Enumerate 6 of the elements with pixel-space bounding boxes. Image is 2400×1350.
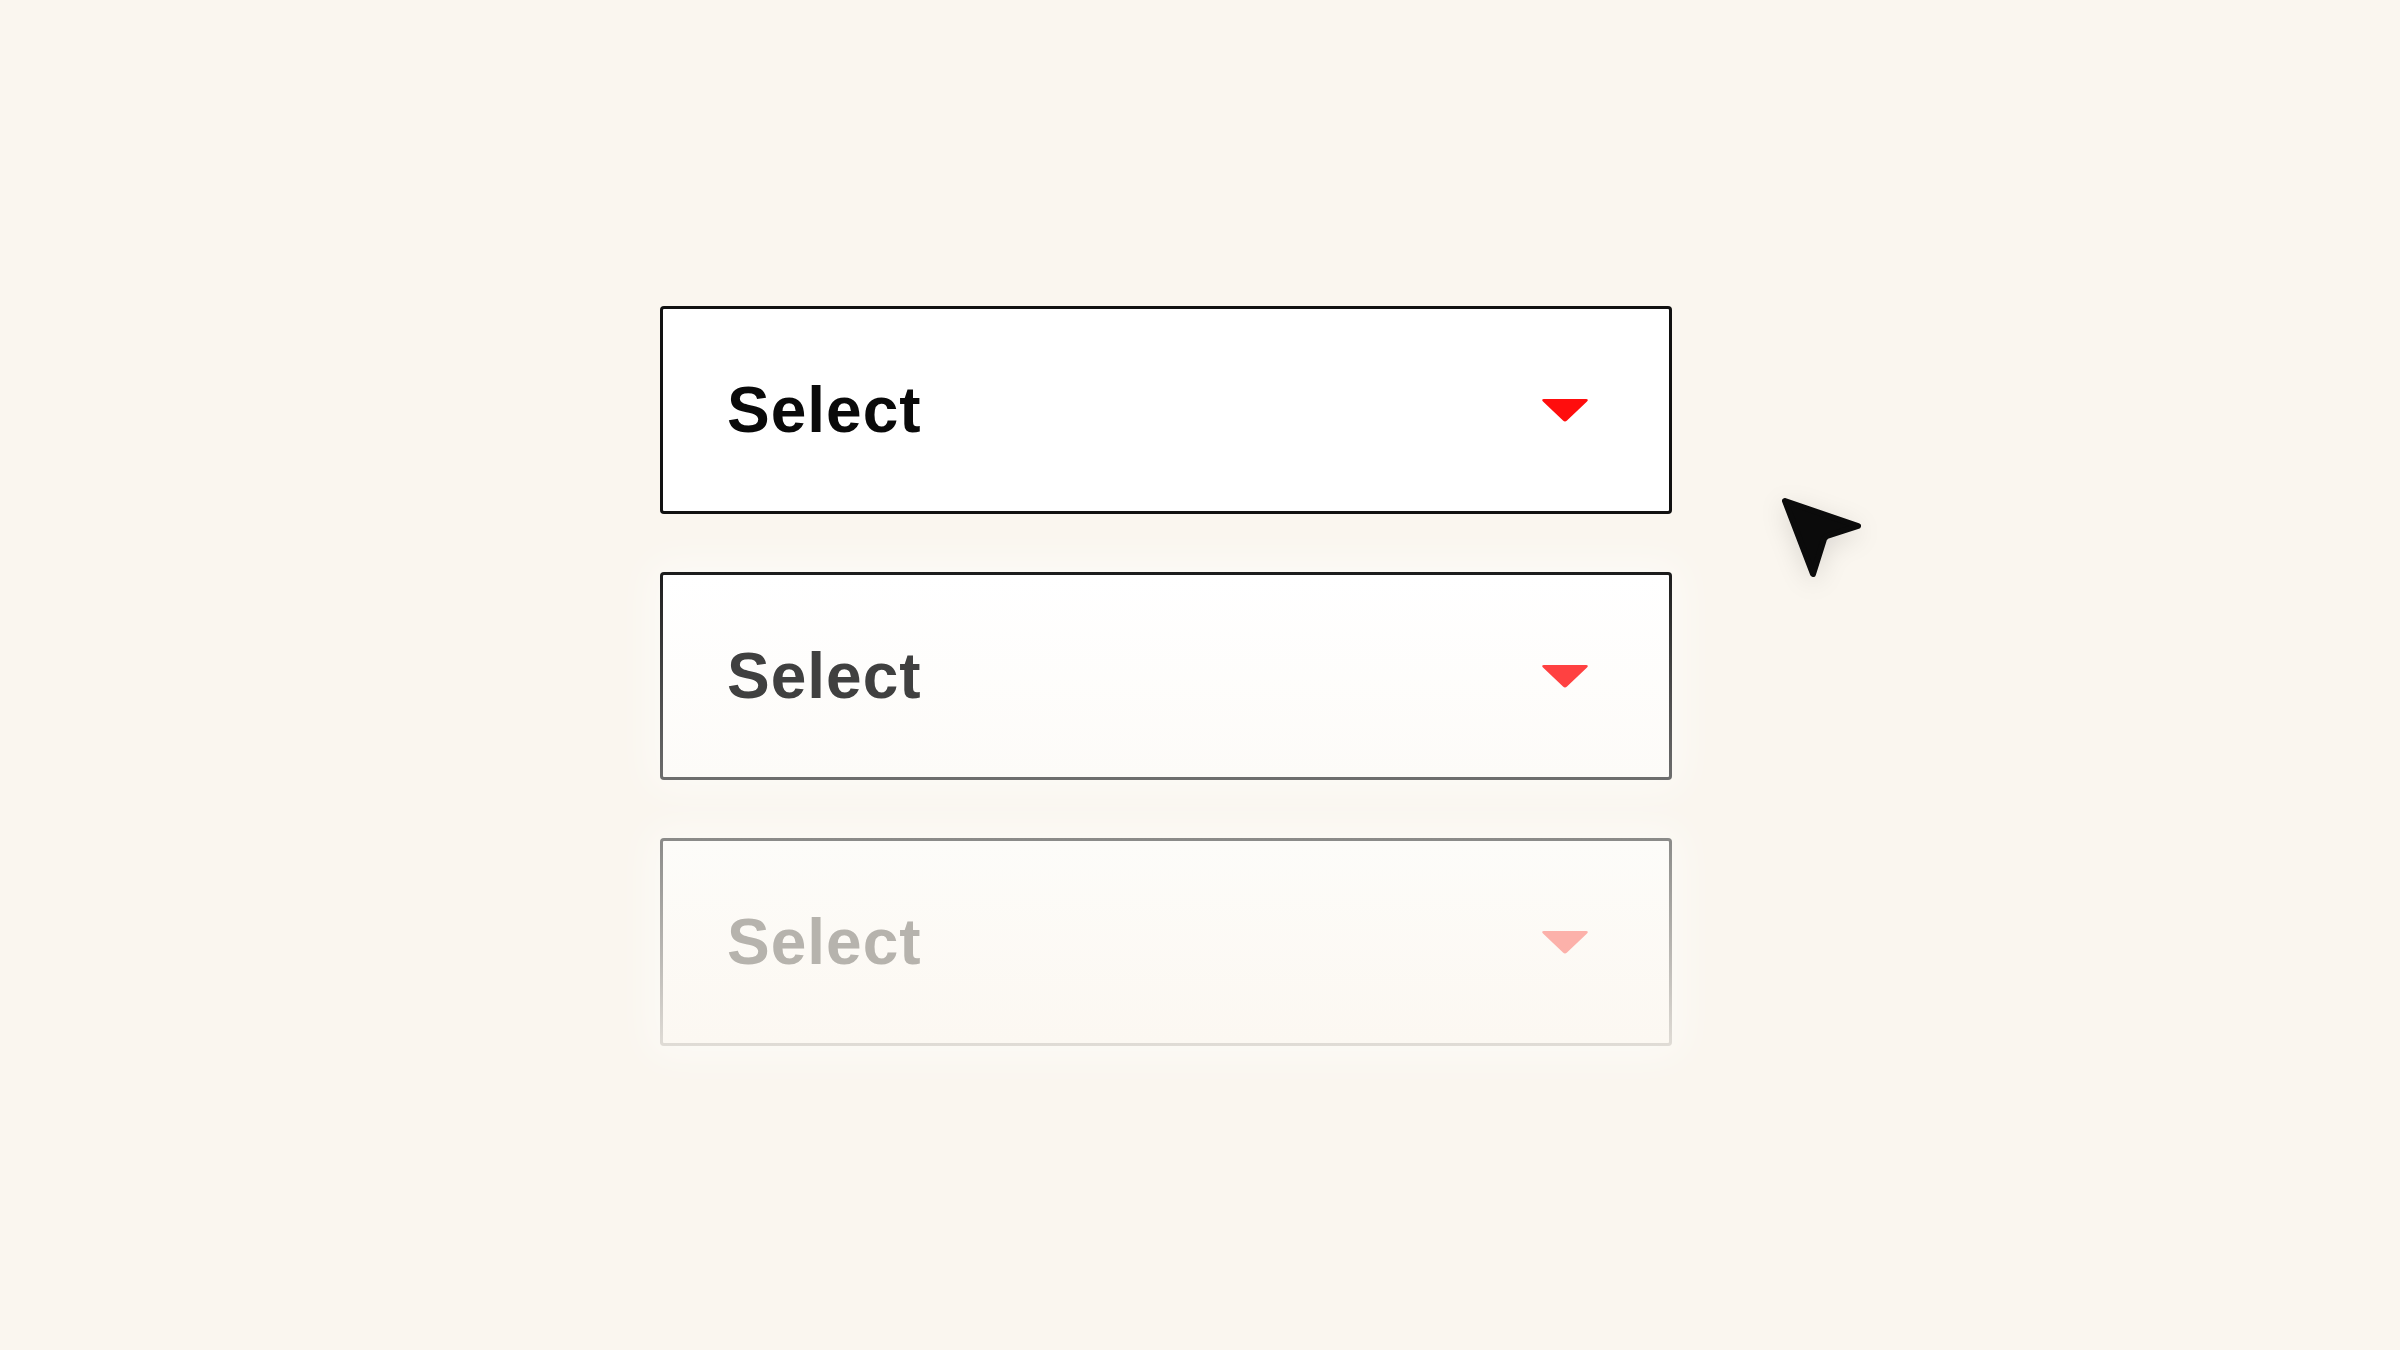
pointer-icon — [1779, 496, 1863, 580]
caret-icon — [1541, 398, 1589, 422]
caret-icon — [1541, 930, 1589, 954]
select-dropdown[interactable]: Select — [660, 572, 1672, 780]
select-dropdown[interactable]: Select — [660, 306, 1672, 514]
caret-icon — [1541, 664, 1589, 688]
